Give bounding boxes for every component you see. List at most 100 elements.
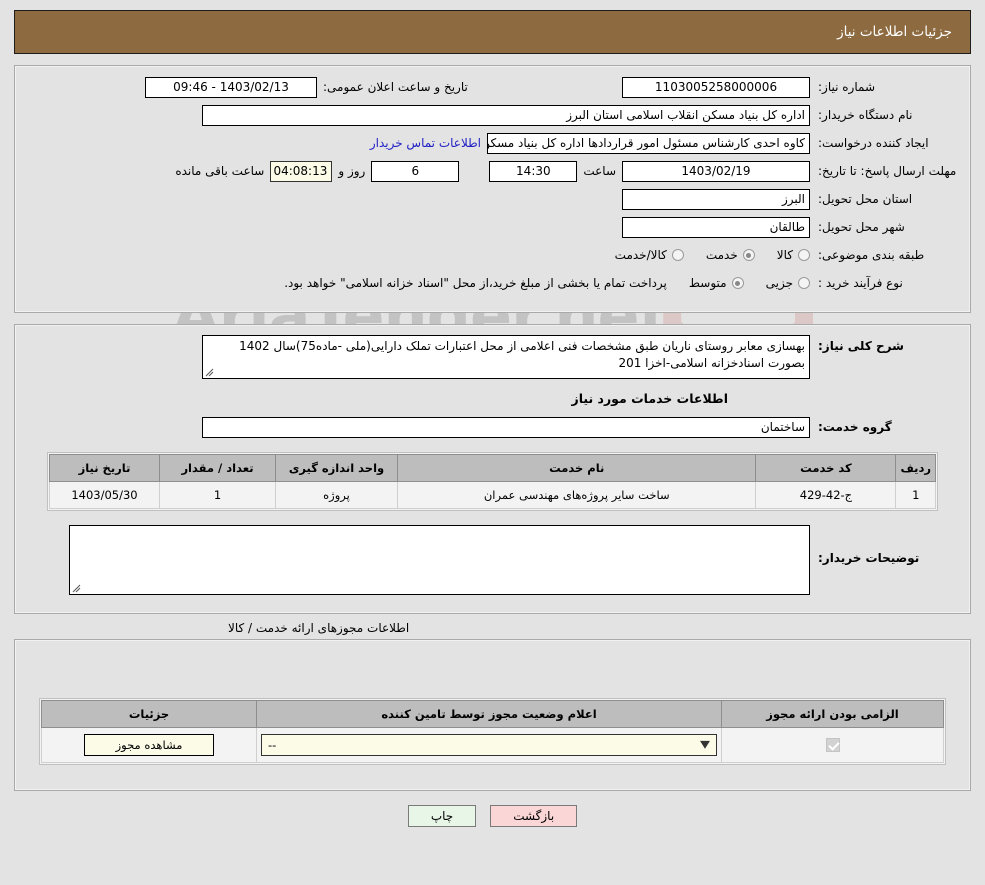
licenses-table: الزامی بودن ارائه مجوز اعلام وضعیت مجوز … xyxy=(41,700,944,763)
radio-process-medium[interactable]: متوسط xyxy=(689,276,744,290)
row-process: نوع فرآیند خرید : جزیی متوسط پرداخت تمام… xyxy=(27,272,958,294)
license-status-select[interactable]: -- ▼ xyxy=(261,734,717,756)
category-label: طبقه بندی موضوعی: xyxy=(818,248,925,262)
remaining-time-label: ساعت باقی مانده xyxy=(175,164,265,178)
row-creator: ایجاد کننده درخواست: کاوه احدی کارشناس م… xyxy=(27,132,958,154)
radio-icon-medium[interactable] xyxy=(731,277,744,289)
deadline-hour-label: ساعت xyxy=(583,164,616,178)
deadline-label: مهلت ارسال پاسخ: تا تاریخ: xyxy=(818,163,957,178)
description-textarea[interactable]: بهسازی معابر روستای ناریان طبق مشخصات فن… xyxy=(202,335,810,379)
radio-category-service[interactable]: خدمت xyxy=(706,248,755,262)
cell-license-required xyxy=(721,727,944,763)
buyer-org-label: نام دستگاه خریدار: xyxy=(818,108,913,122)
services-table-wrapper: ردیف کد خدمت نام خدمت واحد اندازه گیری ت… xyxy=(47,452,938,511)
buyer-contact-link[interactable]: اطلاعات تماس خریدار xyxy=(370,136,487,150)
province-label: استان محل تحویل: xyxy=(818,192,913,206)
buyer-org-value: اداره کل بنیاد مسکن انقلاب اسلامی استان … xyxy=(202,104,810,126)
radio-category-goods[interactable]: کالا xyxy=(777,248,810,262)
radio-icon-goods[interactable] xyxy=(798,249,810,261)
radio-label-goods-service: کالا/خدمت xyxy=(614,248,667,262)
col-license-required: الزامی بودن ارائه مجوز xyxy=(721,700,944,728)
footer-buttons: بازگشت چاپ xyxy=(0,805,985,827)
col-unit: واحد اندازه گیری xyxy=(275,454,398,482)
view-license-button[interactable]: مشاهده مجوز xyxy=(84,734,214,756)
row-need-number: شماره نیاز: 1103005258000006 تاریخ و ساع… xyxy=(27,76,958,98)
licenses-panel: الزامی بودن ارائه مجوز اعلام وضعیت مجوز … xyxy=(14,639,971,791)
need-description-panel: شرح کلی نیاز: بهسازی معابر روستای ناریان… xyxy=(14,324,971,614)
cell-need-date: 1403/05/30 xyxy=(49,481,160,509)
radio-label-service: خدمت xyxy=(705,248,738,262)
cell-service-name: ساخت سایر پروژه‌های مهندسی عمران xyxy=(396,481,757,509)
deadline-date-value: 1403/02/19 xyxy=(622,160,810,182)
licenses-caption: اطلاعات مجوزهای ارائه خدمت / کالا xyxy=(228,621,410,635)
remaining-days-label: روز و xyxy=(338,164,366,178)
buyer-notes-textarea[interactable] xyxy=(69,525,810,595)
services-table: ردیف کد خدمت نام خدمت واحد اندازه گیری ت… xyxy=(49,454,936,509)
print-button[interactable]: چاپ xyxy=(407,805,477,827)
table-row: -- ▼ مشاهده مجوز xyxy=(41,727,944,763)
row-buyer-notes: توضیحات خریدار: xyxy=(27,525,958,595)
cell-quantity: 1 xyxy=(159,481,276,509)
creator-label: ایجاد کننده درخواست: xyxy=(818,136,929,150)
radio-label-minor: جزیی xyxy=(765,276,793,290)
service-group-label: گروه خدمت: xyxy=(818,420,892,434)
resize-grip-icon[interactable] xyxy=(205,368,214,377)
radio-icon-service[interactable] xyxy=(742,249,755,261)
description-value: بهسازی معابر روستای ناریان طبق مشخصات فن… xyxy=(239,339,805,370)
row-service-group: گروه خدمت: ساختمان xyxy=(27,416,958,438)
remaining-time-value: 04:08:13 xyxy=(270,160,333,182)
licenses-table-header-row: الزامی بودن ارائه مجوز اعلام وضعیت مجوز … xyxy=(41,700,944,728)
col-service-code: کد خدمت xyxy=(755,454,897,482)
process-label: نوع فرآیند خرید : xyxy=(818,276,903,290)
chevron-down-icon: ▼ xyxy=(700,738,710,751)
service-group-value: ساختمان xyxy=(202,416,810,438)
table-row: 1 ج-42-429 ساخت سایر پروژه‌های مهندسی عم… xyxy=(49,481,936,509)
cell-license-details: مشاهده مجوز xyxy=(41,727,257,763)
city-label: شهر محل تحویل: xyxy=(818,220,905,234)
services-table-header-row: ردیف کد خدمت نام خدمت واحد اندازه گیری ت… xyxy=(49,454,936,482)
process-note: پرداخت تمام یا بخشی از مبلغ خرید،از محل … xyxy=(284,276,667,290)
buyer-notes-label: توضیحات خریدار: xyxy=(818,551,920,565)
row-description: شرح کلی نیاز: بهسازی معابر روستای ناریان… xyxy=(27,335,958,379)
announce-datetime-value: 1403/02/13 - 09:46 xyxy=(145,76,317,98)
cell-license-status: -- ▼ xyxy=(256,727,722,763)
need-info-panel: شماره نیاز: 1103005258000006 تاریخ و ساع… xyxy=(14,65,971,313)
back-button[interactable]: بازگشت xyxy=(490,805,578,827)
radio-label-goods: کالا xyxy=(776,248,793,262)
announce-datetime-label: تاریخ و ساعت اعلان عمومی: xyxy=(323,80,468,94)
col-service-name: نام خدمت xyxy=(396,454,757,482)
deadline-hour-value: 14:30 xyxy=(489,160,578,182)
remaining-days-value: 6 xyxy=(371,160,460,182)
page-title: جزئیات اطلاعات نیاز xyxy=(837,24,952,40)
province-value: البرز xyxy=(622,188,810,210)
license-required-checkbox xyxy=(825,738,840,753)
row-buyer-org: نام دستگاه خریدار: اداره کل بنیاد مسکن ا… xyxy=(27,104,958,126)
resize-grip-icon-notes[interactable] xyxy=(72,584,81,593)
col-row-no: ردیف xyxy=(895,454,936,482)
need-number-label: شماره نیاز: xyxy=(818,80,875,94)
row-province: استان محل تحویل: البرز xyxy=(27,188,958,210)
row-city: شهر محل تحویل: طالقان xyxy=(27,216,958,238)
col-need-date: تاریخ نیاز xyxy=(49,454,160,482)
page-header: جزئیات اطلاعات نیاز xyxy=(14,10,971,54)
description-label: شرح کلی نیاز: xyxy=(818,339,904,353)
need-number-value: 1103005258000006 xyxy=(622,76,810,98)
license-status-value: -- xyxy=(268,738,277,752)
cell-unit: پروژه xyxy=(275,481,398,509)
radio-label-medium: متوسط xyxy=(688,276,727,290)
row-category: طبقه بندی موضوعی: کالا خدمت کالا/خدمت xyxy=(27,244,958,266)
radio-category-goods-service[interactable]: کالا/خدمت xyxy=(615,248,684,262)
services-section-title: اطلاعات خدمات مورد نیاز xyxy=(571,391,729,406)
col-license-status: اعلام وضعیت مجوز توسط تامین کننده xyxy=(256,700,722,728)
row-deadline: مهلت ارسال پاسخ: تا تاریخ: 1403/02/19 سا… xyxy=(27,160,958,182)
radio-process-minor[interactable]: جزیی xyxy=(766,276,810,290)
col-quantity: تعداد / مقدار xyxy=(159,454,276,482)
radio-icon-goods-service[interactable] xyxy=(671,249,684,261)
creator-value: کاوه احدی کارشناس مسئول امور قراردادها ا… xyxy=(487,132,810,154)
licenses-table-wrapper: الزامی بودن ارائه مجوز اعلام وضعیت مجوز … xyxy=(39,698,946,765)
col-license-details: جزئیات xyxy=(41,700,257,728)
radio-icon-minor[interactable] xyxy=(798,277,810,289)
cell-row-no: 1 xyxy=(895,481,936,509)
city-value: طالقان xyxy=(622,216,810,238)
cell-service-code: ج-42-429 xyxy=(755,481,897,509)
